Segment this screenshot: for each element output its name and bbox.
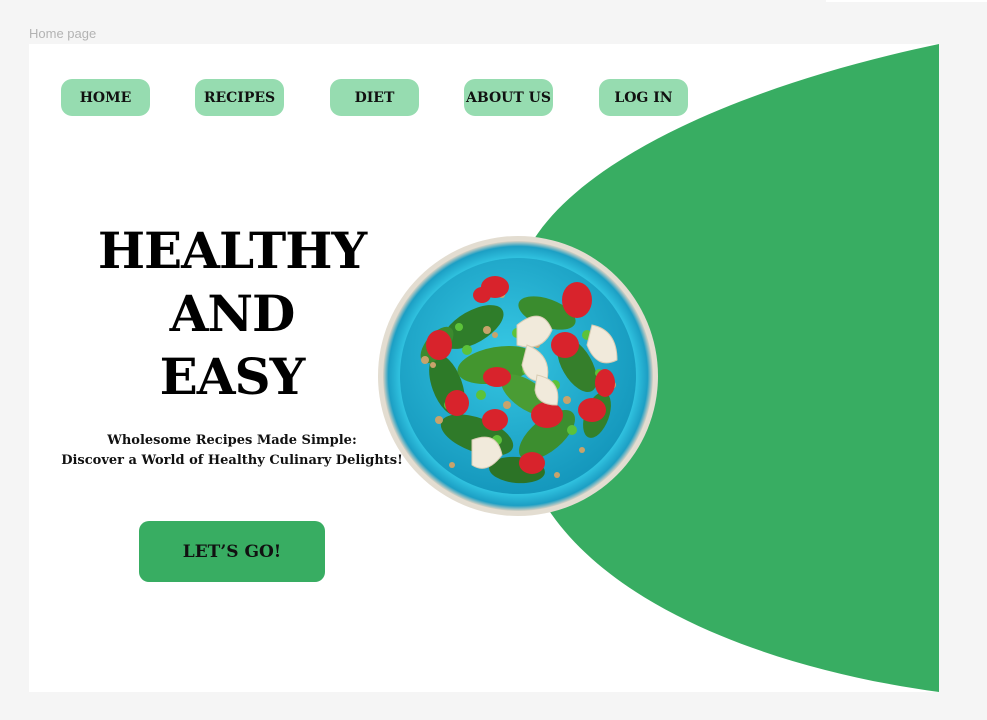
hero-title-line-2: AND bbox=[169, 284, 296, 343]
top-edge-strip bbox=[826, 0, 987, 2]
hero-title-line-1: HEALTHY bbox=[97, 221, 367, 280]
hero-subtitle-line-1: Wholesome Recipes Made Simple: bbox=[107, 433, 357, 448]
hero-subtitle-line-2: Discover a World of Healthy Culinary Del… bbox=[61, 453, 403, 468]
nav-recipes-button[interactable]: RECIPES bbox=[195, 79, 284, 116]
hero-subtitle: Wholesome Recipes Made Simple: Discover … bbox=[53, 431, 411, 471]
nav-home-button[interactable]: HOME bbox=[61, 79, 150, 116]
hero-title: HEALTHY AND EASY bbox=[77, 219, 387, 408]
frame-label: Home page bbox=[29, 26, 97, 41]
salad-bowl-image bbox=[378, 236, 658, 516]
nav-about-us-button[interactable]: ABOUT US bbox=[464, 79, 553, 116]
nav-diet-button[interactable]: DIET bbox=[330, 79, 419, 116]
home-page-frame: HOME RECIPES DIET ABOUT US LOG IN HEALTH… bbox=[29, 44, 939, 692]
nav-log-in-button[interactable]: LOG IN bbox=[599, 79, 688, 116]
lets-go-button[interactable]: LET’S GO! bbox=[139, 521, 325, 582]
hero-title-line-3: EASY bbox=[159, 347, 306, 406]
